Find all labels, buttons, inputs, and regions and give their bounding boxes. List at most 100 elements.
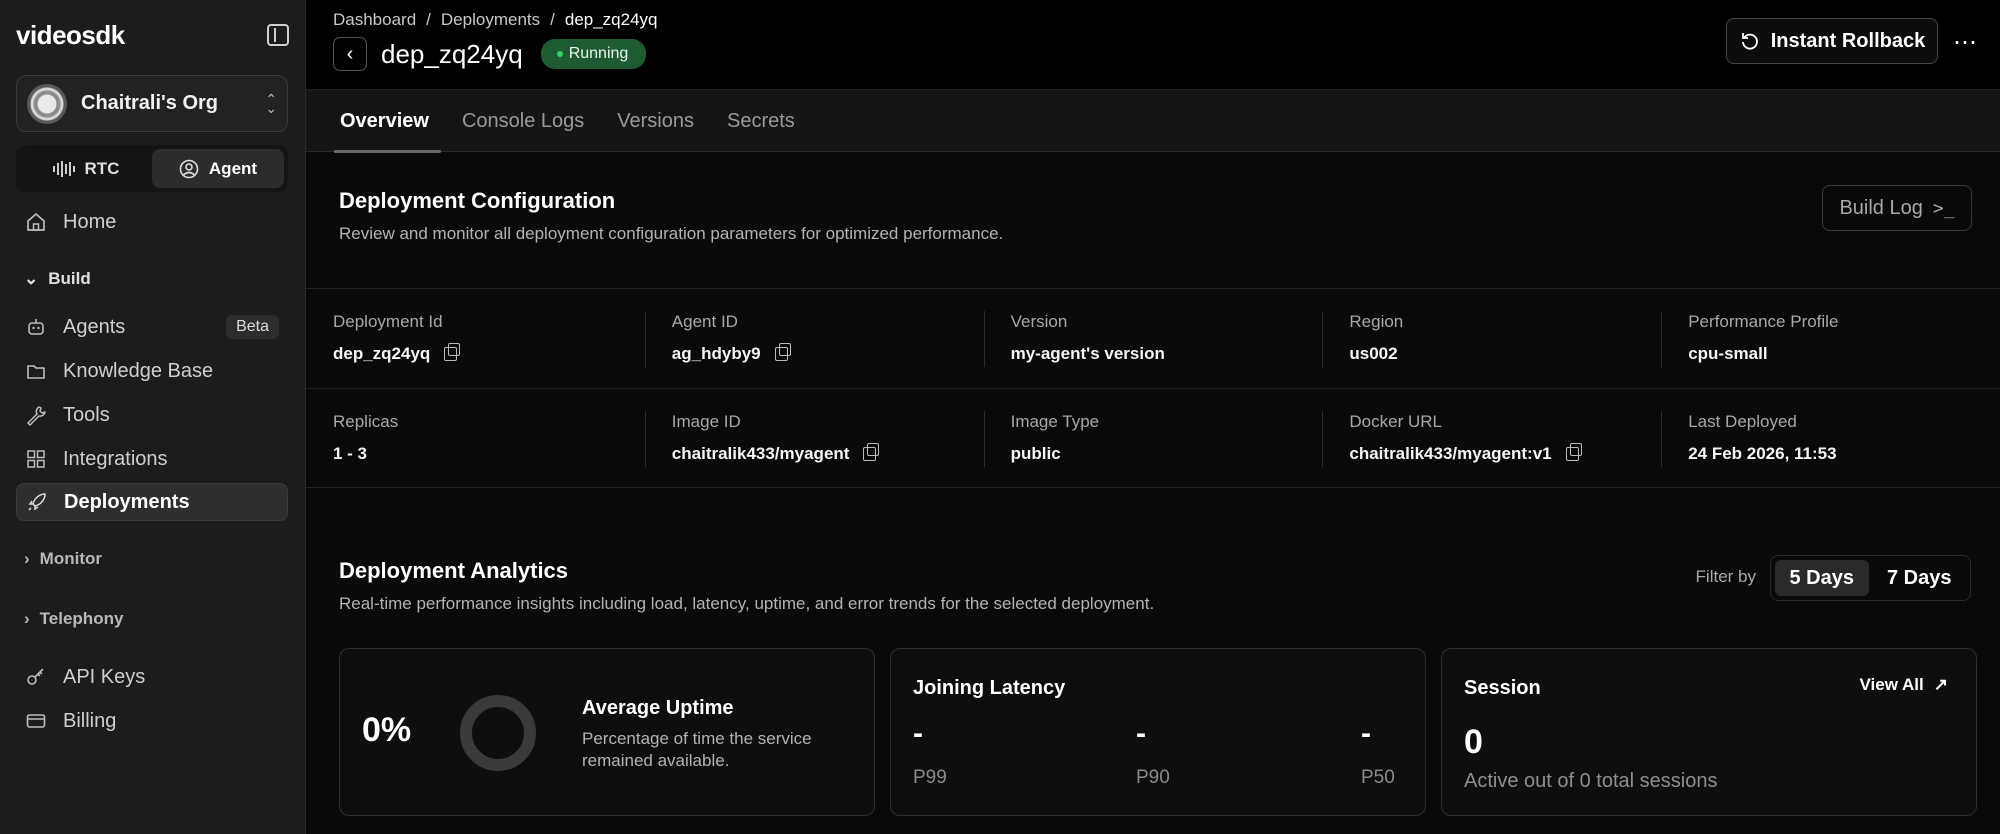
- back-button[interactable]: ‹: [333, 37, 367, 71]
- agent-id-value: ag_hdyby9: [671, 344, 761, 363]
- analytics-subtitle: Real-time performance insights including…: [339, 594, 1155, 613]
- uptime-title: Average Uptime: [582, 697, 734, 719]
- sidebar-item-label: API Keys: [63, 665, 146, 688]
- page-header: Dashboard / Deployments / dep_zq24yq ‹ d…: [306, 0, 2000, 90]
- field-value: 1 - 3: [333, 444, 368, 463]
- field-label: Replicas: [333, 412, 399, 431]
- sidebar-item-label: Tools: [63, 403, 110, 426]
- agent-toggle[interactable]: Agent: [152, 149, 284, 188]
- field-label: Region: [1349, 312, 1404, 331]
- chevron-up-down-icon: ⌃ ⌄: [265, 90, 277, 116]
- field-value: us002: [1349, 344, 1398, 363]
- rocket-icon: [26, 491, 48, 513]
- copy-icon[interactable]: [444, 343, 461, 361]
- breadcrumb-current: dep_zq24yq: [564, 10, 658, 29]
- field-label: Performance Profile: [1688, 312, 1839, 331]
- field-value: chaitralik433/myagent: [671, 443, 984, 464]
- session-card: Session View All ↗ 0 Active out of 0 tot…: [1441, 648, 1977, 816]
- sidebar-item-label: Deployments: [64, 490, 190, 513]
- field-label: Image Type: [1010, 412, 1100, 431]
- instant-rollback-button[interactable]: Instant Rollback: [1726, 18, 1938, 64]
- credit-card-icon: [25, 710, 47, 732]
- more-options-icon[interactable]: ⋯: [1953, 28, 1978, 57]
- sidebar-item-label: Knowledge Base: [63, 359, 214, 382]
- sidebar-item-home[interactable]: Home: [16, 203, 288, 241]
- session-value: 0: [1464, 723, 1483, 761]
- config-row: Replicas 1 - 3 Image ID chaitralik433/my…: [306, 388, 2000, 488]
- field-value: ag_hdyby9: [671, 343, 984, 364]
- grid-icon: [25, 448, 47, 470]
- status-badge: Running: [540, 39, 647, 69]
- rtc-toggle[interactable]: RTC: [20, 149, 152, 188]
- view-all-link[interactable]: View All ↗: [1860, 675, 1949, 695]
- uptime-value: 0%: [362, 711, 412, 749]
- breadcrumb-separator: /: [426, 10, 431, 29]
- filter-5-days[interactable]: 5 Days: [1775, 560, 1869, 596]
- sidebar: videosdk Chaitrali's Org ⌃ ⌄ RTC Agent Ho…: [0, 0, 306, 834]
- folder-icon: [25, 360, 47, 382]
- field-value: dep_zq24yq: [333, 343, 645, 364]
- session-title: Session: [1464, 677, 1541, 699]
- uptime-donut: [460, 695, 536, 771]
- field-value: chaitralik433/myagent:v1: [1349, 443, 1661, 464]
- logo: videosdk: [16, 19, 125, 50]
- config-field-agent-id: Agent ID ag_hdyby9: [644, 289, 984, 388]
- sidebar-item-label: Billing: [63, 709, 117, 732]
- config-row: Deployment Id dep_zq24yq Agent ID ag_hdy…: [306, 288, 2000, 388]
- main-content: Dashboard / Deployments / dep_zq24yq ‹ d…: [306, 0, 2000, 834]
- breadcrumb-dashboard[interactable]: Dashboard: [333, 10, 416, 30]
- sidebar-item-api-keys[interactable]: API Keys: [16, 658, 288, 696]
- session-desc: Active out of 0 total sessions: [1464, 770, 1718, 792]
- p50-label: P50: [1361, 767, 1395, 788]
- tab-overview[interactable]: Overview: [328, 90, 441, 153]
- docker-url-value: chaitralik433/myagent:v1: [1349, 444, 1552, 463]
- sidebar-item-tools[interactable]: Tools: [16, 396, 288, 434]
- p50-value: -: [1361, 717, 1371, 750]
- build-log-button[interactable]: Build Log >_: [1822, 185, 1972, 231]
- filter-7-days[interactable]: 7 Days: [1873, 560, 1967, 596]
- breadcrumb: Dashboard / Deployments / dep_zq24yq: [333, 10, 658, 30]
- sidebar-section-telephony[interactable]: › Telephony: [24, 609, 123, 629]
- image-id-value: chaitralik433/myagent: [671, 444, 850, 463]
- field-label: Last Deployed: [1688, 412, 1797, 431]
- uptime-card: 0% Average Uptime Percentage of time the…: [339, 648, 875, 816]
- tab-versions[interactable]: Versions: [605, 90, 706, 152]
- tab-secrets[interactable]: Secrets: [715, 90, 807, 152]
- section-label: Build: [48, 269, 91, 288]
- org-switcher[interactable]: Chaitrali's Org ⌃ ⌄: [16, 75, 288, 132]
- waveform-icon: [52, 160, 75, 177]
- copy-icon[interactable]: [1565, 443, 1582, 461]
- copy-icon[interactable]: [774, 343, 791, 361]
- sidebar-section-build[interactable]: ⌄ Build: [24, 269, 91, 289]
- config-field-docker-url: Docker URL chaitralik433/myagent:v1: [1322, 389, 1661, 487]
- wrench-icon: [25, 404, 47, 426]
- breadcrumb-deployments[interactable]: Deployments: [441, 10, 540, 30]
- sidebar-section-monitor[interactable]: › Monitor: [24, 549, 102, 569]
- copy-icon[interactable]: [863, 443, 880, 461]
- section-label: Monitor: [39, 549, 102, 568]
- terminal-icon: >_: [1932, 197, 1955, 219]
- sidebar-item-knowledge-base[interactable]: Knowledge Base: [16, 352, 288, 390]
- sidebar-item-label: Home: [63, 210, 117, 233]
- sidebar-item-integrations[interactable]: Integrations: [16, 440, 288, 478]
- sidebar-item-label: Integrations: [63, 447, 168, 470]
- product-switch: RTC Agent: [16, 145, 288, 192]
- config-field-deployment-id: Deployment Id dep_zq24yq: [306, 289, 645, 388]
- config-field-replicas: Replicas 1 - 3: [306, 389, 645, 487]
- tab-bar: Overview Console Logs Versions Secrets: [306, 90, 2000, 153]
- sidebar-item-billing[interactable]: Billing: [16, 702, 288, 740]
- sidebar-item-agents[interactable]: Agents Beta: [16, 308, 288, 346]
- sidebar-item-deployments[interactable]: Deployments: [16, 483, 288, 521]
- key-icon: [25, 666, 47, 688]
- config-field-image-id: Image ID chaitralik433/myagent: [644, 389, 984, 487]
- home-icon: [25, 211, 47, 233]
- p99-label: P99: [913, 767, 947, 788]
- sidebar-toggle-icon[interactable]: [267, 24, 289, 46]
- date-filter: 5 Days 7 Days: [1770, 555, 1971, 601]
- config-field-version: Version my-agent's version: [983, 289, 1323, 388]
- tab-console-logs[interactable]: Console Logs: [450, 90, 596, 152]
- p90-value: -: [1136, 717, 1146, 750]
- field-value: cpu-small: [1688, 344, 1768, 363]
- analytics-title: Deployment Analytics: [339, 558, 569, 583]
- field-label: Deployment Id: [333, 312, 443, 331]
